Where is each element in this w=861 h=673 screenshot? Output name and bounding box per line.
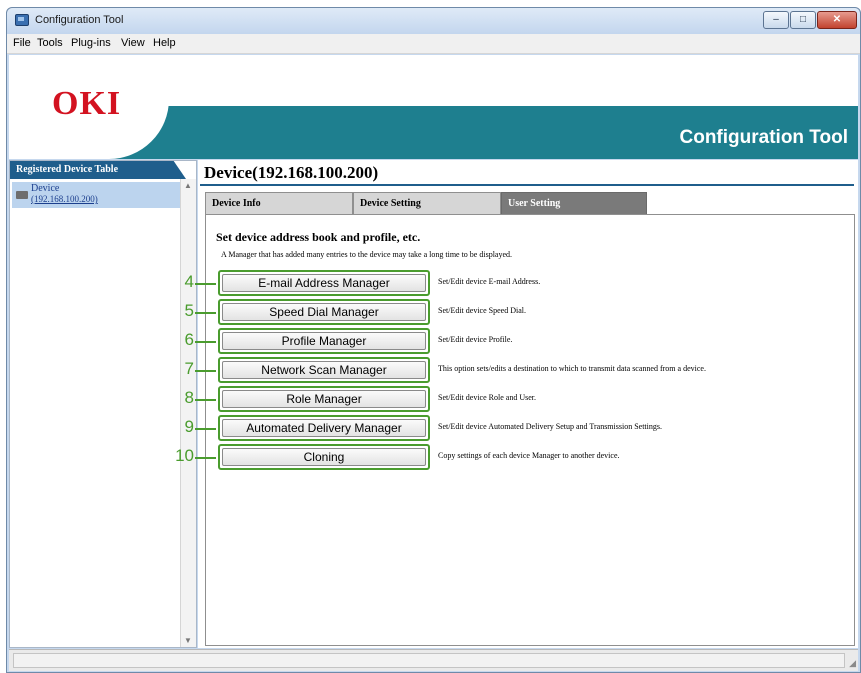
- callout-highlight: Profile Manager: [218, 328, 430, 354]
- callout-line: [195, 399, 216, 401]
- callout-line: [195, 457, 216, 459]
- section-heading: Set device address book and profile, etc…: [216, 230, 421, 244]
- scroll-down-icon[interactable]: ▼: [184, 636, 192, 645]
- menu-help[interactable]: Help: [153, 37, 176, 49]
- menu-file[interactable]: File: [13, 37, 31, 49]
- speed-dial-manager-button[interactable]: Speed Dial Manager: [222, 303, 426, 321]
- row-description: Set/Edit device Profile.: [438, 335, 513, 344]
- app-window: Configuration Tool – □ ✕ File Tools Plug…: [6, 7, 861, 673]
- close-button[interactable]: ✕: [817, 11, 857, 29]
- callout-highlight: E-mail Address Manager: [218, 270, 430, 296]
- oki-logo: OKI: [52, 85, 122, 122]
- resize-grip-icon[interactable]: ◢: [849, 658, 856, 669]
- callout-line: [195, 370, 216, 372]
- device-detail-panel: Device(192.168.100.200) Device Info Devi…: [175, 160, 858, 648]
- callout-line: [195, 428, 216, 430]
- manager-row: 4 E-mail Address Manager Set/Edit device…: [185, 270, 856, 296]
- device-title: Device(192.168.100.200): [204, 163, 379, 182]
- section-note: A Manager that has added many entries to…: [221, 250, 513, 259]
- manager-row: 5 Speed Dial Manager Set/Edit device Spe…: [185, 299, 856, 325]
- callout-highlight: Network Scan Manager: [218, 357, 430, 383]
- menu-tools[interactable]: Tools: [37, 37, 63, 49]
- menu-bar: File Tools Plug-ins View Help: [7, 34, 860, 54]
- callout-number: 8: [184, 388, 194, 407]
- minimize-button[interactable]: –: [763, 11, 789, 29]
- manager-row: 10 Cloning Copy settings of each device …: [175, 444, 856, 470]
- tab-device-setting[interactable]: Device Setting: [353, 192, 501, 214]
- device-icon: [16, 191, 28, 199]
- callout-number: 9: [184, 417, 194, 436]
- menu-view[interactable]: View: [121, 37, 145, 49]
- registered-device-panel: Registered Device Table Device (192.168.…: [9, 160, 197, 648]
- banner-title: Configuration Tool: [679, 127, 849, 148]
- callout-line: [195, 312, 216, 314]
- status-field: [13, 653, 845, 668]
- app-icon: [15, 14, 29, 26]
- device-ip[interactable]: (192.168.100.200): [31, 194, 98, 204]
- row-description: Set/Edit device Automated Delivery Setup…: [438, 422, 662, 431]
- menu-plug-ins[interactable]: Plug-ins: [71, 37, 111, 49]
- callout-line: [195, 341, 216, 343]
- tab-device-info[interactable]: Device Info: [205, 192, 353, 214]
- callout-highlight: Cloning: [218, 444, 430, 470]
- callout-highlight: Automated Delivery Manager: [218, 415, 430, 441]
- device-list-scrollbar[interactable]: ▲ ▼: [180, 179, 196, 647]
- cloning-button[interactable]: Cloning: [222, 448, 426, 466]
- automated-delivery-manager-button[interactable]: Automated Delivery Manager: [222, 419, 426, 437]
- status-bar: ◢: [9, 649, 858, 671]
- callout-line: [195, 283, 216, 285]
- callout-highlight: Role Manager: [218, 386, 430, 412]
- manager-row: 7 Network Scan Manager This option sets/…: [185, 357, 856, 383]
- network-scan-manager-button[interactable]: Network Scan Manager: [222, 361, 426, 379]
- callout-number: 7: [184, 359, 194, 378]
- callout-number: 6: [184, 330, 194, 349]
- title-divider: [200, 184, 854, 186]
- manager-row: 8 Role Manager Set/Edit device Role and …: [185, 386, 856, 412]
- manager-row: 6 Profile Manager Set/Edit device Profil…: [185, 328, 856, 354]
- callout-number: 4: [184, 272, 194, 291]
- tab-user-setting[interactable]: User Setting: [501, 192, 647, 214]
- registered-device-header: Registered Device Table: [10, 161, 186, 179]
- callout-number: 5: [184, 301, 194, 320]
- device-list-item[interactable]: Device (192.168.100.200): [12, 182, 180, 208]
- row-description: Copy settings of each device Manager to …: [438, 451, 620, 460]
- banner: OKI Configuration Tool: [9, 55, 858, 159]
- row-description: Set/Edit device Role and User.: [438, 393, 536, 402]
- maximize-button[interactable]: □: [790, 11, 816, 29]
- callout-number: 10: [175, 446, 194, 465]
- callout-highlight: Speed Dial Manager: [218, 299, 430, 325]
- role-manager-button[interactable]: Role Manager: [222, 390, 426, 408]
- scroll-up-icon[interactable]: ▲: [184, 181, 192, 190]
- email-address-manager-button[interactable]: E-mail Address Manager: [222, 274, 426, 292]
- manager-row: 9 Automated Delivery Manager Set/Edit de…: [185, 415, 856, 441]
- user-setting-content: Set device address book and profile, etc…: [175, 214, 856, 646]
- profile-manager-button[interactable]: Profile Manager: [222, 332, 426, 350]
- title-bar: Configuration Tool – □ ✕: [7, 8, 860, 34]
- row-description: This option sets/edits a destination to …: [438, 364, 706, 373]
- window-title: Configuration Tool: [35, 14, 124, 26]
- device-name: Device: [31, 183, 60, 194]
- row-description: Set/Edit device Speed Dial.: [438, 306, 526, 315]
- row-description: Set/Edit device E-mail Address.: [438, 277, 541, 286]
